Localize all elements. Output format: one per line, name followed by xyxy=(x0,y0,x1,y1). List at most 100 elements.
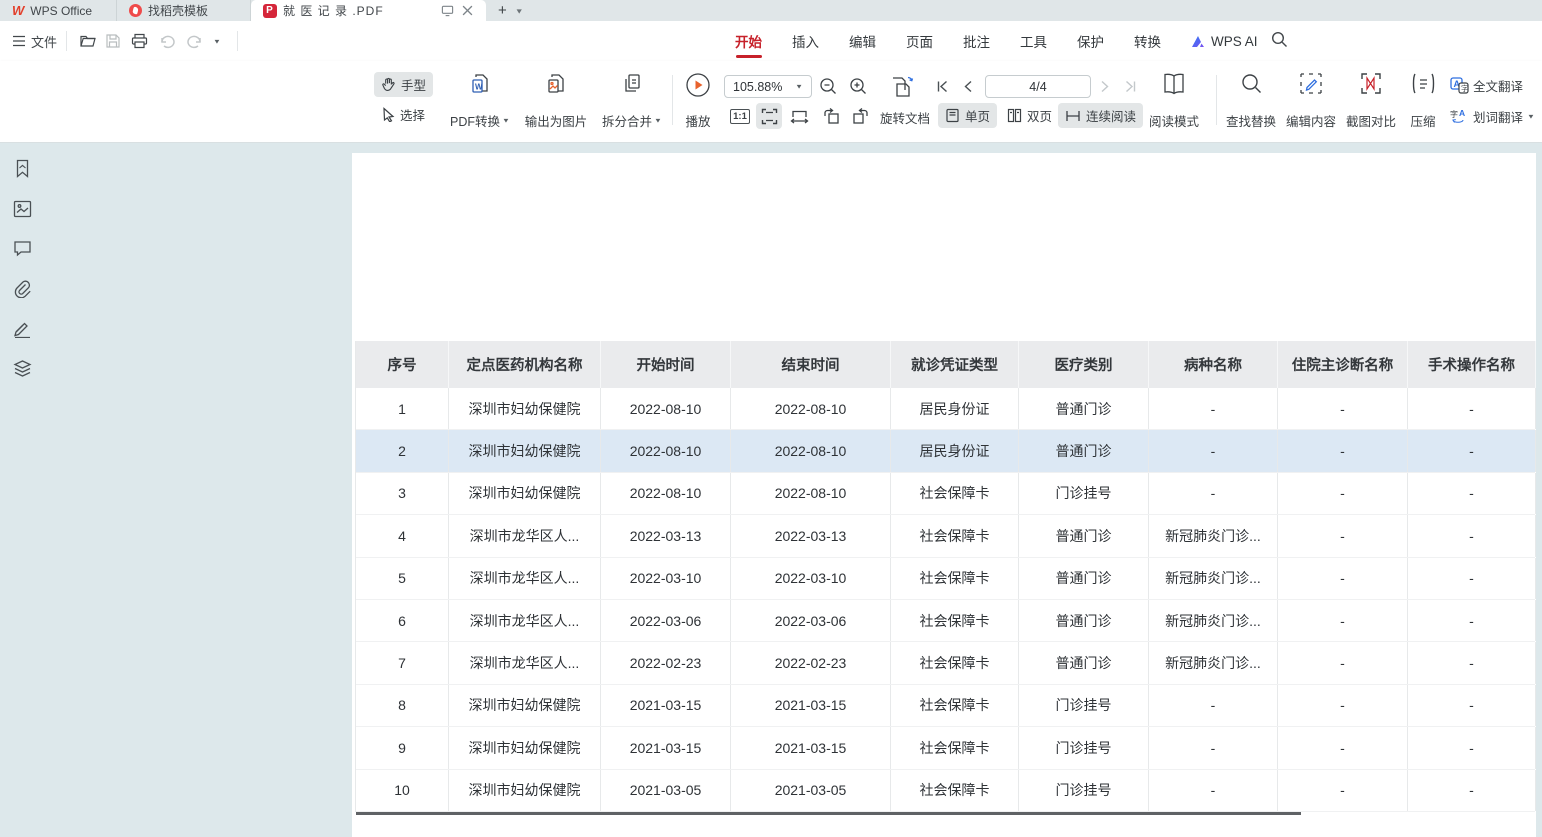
menu-tab-page[interactable]: 页面 xyxy=(906,21,933,61)
open-file-button[interactable] xyxy=(79,29,97,53)
window-tab-bar: W WPS Office 找稻壳模板 P 就 医 记 录 .PDF + ▼ xyxy=(0,0,1542,21)
continuous-read-button[interactable]: 连续阅读 xyxy=(1058,103,1143,128)
tab-label: 找稻壳模板 xyxy=(148,2,208,19)
split-merge-button[interactable]: 拆分合并▼ xyxy=(596,72,668,130)
export-as-image-button[interactable]: 输出为图片 xyxy=(518,72,594,130)
export-image-icon xyxy=(544,72,569,97)
zoom-out-button[interactable] xyxy=(819,77,838,96)
save-button[interactable] xyxy=(105,29,121,53)
present-monitor-icon[interactable] xyxy=(440,4,454,18)
hand-icon xyxy=(381,77,396,92)
menu-tab-wps-ai[interactable]: WPS AI xyxy=(1191,21,1258,61)
wps-ai-icon xyxy=(1191,35,1206,48)
zoom-level-dropdown[interactable]: 105.88%▼ xyxy=(724,75,812,98)
comment-panel-icon[interactable] xyxy=(11,237,34,260)
tab-label: 就 医 记 录 .PDF xyxy=(283,2,384,19)
rotate-right-button[interactable] xyxy=(847,103,873,129)
ribbon-toolbar: 手型 选择 W PDF转换▼ 输出为图片 拆分合并▼ 播放 105.88%▼ xyxy=(0,61,1542,143)
bookmark-panel-icon[interactable] xyxy=(11,157,34,180)
table-row: 3 深圳市妇幼保健院 2022-08-10 2022-08-10 社会保障卡 门… xyxy=(356,473,1535,515)
attachment-panel-icon[interactable] xyxy=(11,277,34,300)
find-replace-button[interactable]: 查找替换 xyxy=(1222,72,1280,130)
fit-width-button[interactable] xyxy=(786,103,812,129)
layers-panel-icon[interactable] xyxy=(11,357,34,380)
table-header-row: 序号 定点医药机构名称 开始时间 结束时间 就诊凭证类型 医疗类别 病种名称 住… xyxy=(356,341,1535,388)
svg-text:字: 字 xyxy=(1450,109,1458,119)
search-icon xyxy=(1240,72,1263,95)
menu-search-icon[interactable] xyxy=(1271,31,1288,48)
menu-bar: 文件 ▼ 开始 插入 编辑 页面 批注 工具 保护 转换 WPS AI xyxy=(0,21,1542,61)
rotate-left-button[interactable] xyxy=(818,103,844,129)
close-tab-icon[interactable] xyxy=(460,4,474,18)
signature-panel-icon[interactable] xyxy=(11,317,34,340)
read-mode-button[interactable]: 阅读模式 xyxy=(1143,72,1205,130)
last-page-button[interactable] xyxy=(1124,80,1137,93)
docer-icon xyxy=(129,4,142,17)
table-row: 8 深圳市妇幼保健院 2021-03-15 2021-03-15 社会保障卡 门… xyxy=(356,685,1535,727)
page-number-input[interactable] xyxy=(985,75,1091,98)
col-header-start-time: 开始时间 xyxy=(601,341,731,388)
edit-content-button[interactable]: 编辑内容 xyxy=(1282,72,1340,130)
rotate-document-button[interactable]: 旋转文档 xyxy=(880,108,930,127)
chevron-down-icon: ▼ xyxy=(654,117,662,124)
menu-tab-home[interactable]: 开始 xyxy=(735,21,762,61)
select-tool-button[interactable]: 选择 xyxy=(374,102,432,127)
table-row: 7 深圳市龙华区人... 2022-02-23 2022-02-23 社会保障卡… xyxy=(356,642,1535,684)
undo-button[interactable] xyxy=(159,29,176,53)
tab-document-pdf[interactable]: P 就 医 记 录 .PDF xyxy=(251,0,486,21)
zoom-in-button[interactable] xyxy=(849,77,868,96)
col-header-disease-name: 病种名称 xyxy=(1149,341,1278,388)
continuous-read-icon xyxy=(1065,109,1081,123)
single-page-button[interactable]: 单页 xyxy=(938,103,997,128)
page-organize-icon[interactable] xyxy=(888,74,916,100)
menu-tab-insert[interactable]: 插入 xyxy=(792,21,819,61)
play-slideshow-button[interactable]: 播放 xyxy=(676,72,720,130)
chevron-down-icon: ▼ xyxy=(1527,113,1535,120)
col-header-index: 序号 xyxy=(356,341,449,388)
document-canvas: 序号 定点医药机构名称 开始时间 结束时间 就诊凭证类型 医疗类别 病种名称 住… xyxy=(0,143,1542,837)
table-row: 5 深圳市龙华区人... 2022-03-10 2022-03-10 社会保障卡… xyxy=(356,558,1535,600)
pdf-page[interactable]: 序号 定点医药机构名称 开始时间 结束时间 就诊凭证类型 医疗类别 病种名称 住… xyxy=(352,153,1536,837)
previous-page-button[interactable] xyxy=(963,80,973,93)
print-button[interactable] xyxy=(131,29,148,53)
tab-list-chevron-icon[interactable]: ▼ xyxy=(515,7,524,15)
svg-text:W: W xyxy=(475,83,483,92)
col-header-institution: 定点医药机构名称 xyxy=(449,341,601,388)
compress-icon xyxy=(1411,72,1436,95)
medical-records-table: 序号 定点医药机构名称 开始时间 结束时间 就诊凭证类型 医疗类别 病种名称 住… xyxy=(355,341,1535,812)
file-menu-button[interactable]: 文件 xyxy=(12,29,57,53)
col-header-end-time: 结束时间 xyxy=(731,341,891,388)
new-tab-button[interactable]: + xyxy=(498,2,507,19)
actual-size-button[interactable]: 1:1 xyxy=(727,103,753,129)
next-page-button[interactable] xyxy=(1100,80,1110,93)
compress-button[interactable]: 压缩 xyxy=(1400,72,1446,130)
fit-page-button[interactable] xyxy=(756,103,782,129)
redo-button[interactable] xyxy=(186,29,203,53)
first-page-button[interactable] xyxy=(936,80,949,93)
menu-tab-protect[interactable]: 保护 xyxy=(1077,21,1104,61)
table-row: 9 深圳市妇幼保健院 2021-03-15 2021-03-15 社会保障卡 门… xyxy=(356,727,1535,769)
col-header-operation-name: 手术操作名称 xyxy=(1408,341,1536,388)
screenshot-compare-button[interactable]: 截图对比 xyxy=(1342,72,1400,130)
menu-tab-edit[interactable]: 编辑 xyxy=(849,21,876,61)
double-page-icon xyxy=(1007,108,1022,123)
tab-docer-templates[interactable]: 找稻壳模板 xyxy=(117,0,251,21)
hand-tool-button[interactable]: 手型 xyxy=(374,72,433,97)
col-header-main-diagnosis: 住院主诊断名称 xyxy=(1278,341,1408,388)
book-icon xyxy=(1161,72,1187,96)
play-icon xyxy=(685,72,711,98)
translate-icon: A字 xyxy=(1450,77,1469,94)
menu-tab-comment[interactable]: 批注 xyxy=(963,21,990,61)
tab-wps-office[interactable]: W WPS Office xyxy=(0,0,117,21)
cursor-icon xyxy=(381,107,395,122)
table-row: 6 深圳市龙华区人... 2022-03-06 2022-03-06 社会保障卡… xyxy=(356,600,1535,642)
split-merge-icon xyxy=(620,72,645,97)
full-text-translate-button[interactable]: A字 全文翻译 xyxy=(1450,76,1523,95)
thumbnail-panel-icon[interactable] xyxy=(11,197,34,220)
table-row: 10 深圳市妇幼保健院 2021-03-05 2021-03-05 社会保障卡 … xyxy=(356,770,1535,812)
menu-tab-convert[interactable]: 转换 xyxy=(1134,21,1161,61)
menu-tab-tools[interactable]: 工具 xyxy=(1020,21,1047,61)
word-translate-button[interactable]: 字A 划词翻译 ▼ xyxy=(1450,107,1535,126)
quickbar-chevron-icon[interactable]: ▼ xyxy=(213,31,221,50)
pdf-convert-button[interactable]: W PDF转换▼ xyxy=(442,72,518,130)
